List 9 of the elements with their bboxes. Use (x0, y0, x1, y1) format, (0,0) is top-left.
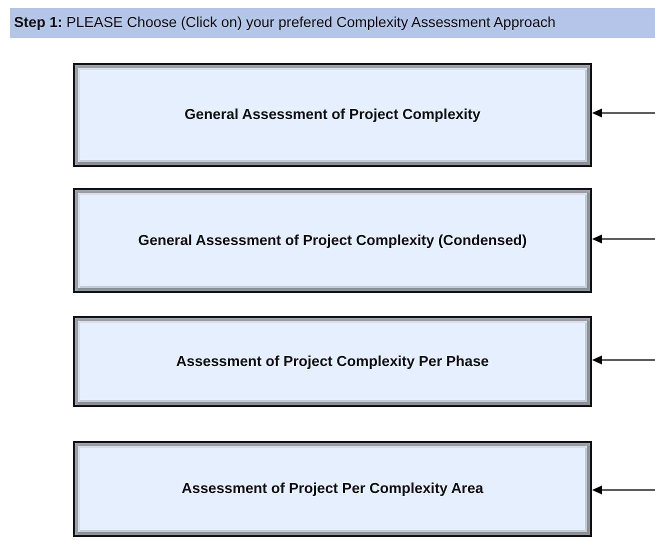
instruction-banner: Step 1: PLEASE Choose (Click on) your prefered Complexity Assessment Approach (10, 8, 655, 38)
assessment-option-button[interactable]: Assessment of Project Per Complexity Area (73, 441, 592, 537)
assessment-option-button[interactable]: General Assessment of Project Complexity (73, 63, 592, 167)
assessment-option-button[interactable]: General Assessment of Project Complexity (Condensed) (73, 188, 592, 293)
pointer-arrow-icon (592, 354, 655, 364)
assessment-option-button[interactable]: Assessment of Project Complexity Per Phase (73, 316, 592, 407)
pointer-arrow-icon (592, 108, 655, 118)
pointer-arrow-icon (592, 234, 655, 244)
pointer-arrow-icon (592, 485, 655, 495)
